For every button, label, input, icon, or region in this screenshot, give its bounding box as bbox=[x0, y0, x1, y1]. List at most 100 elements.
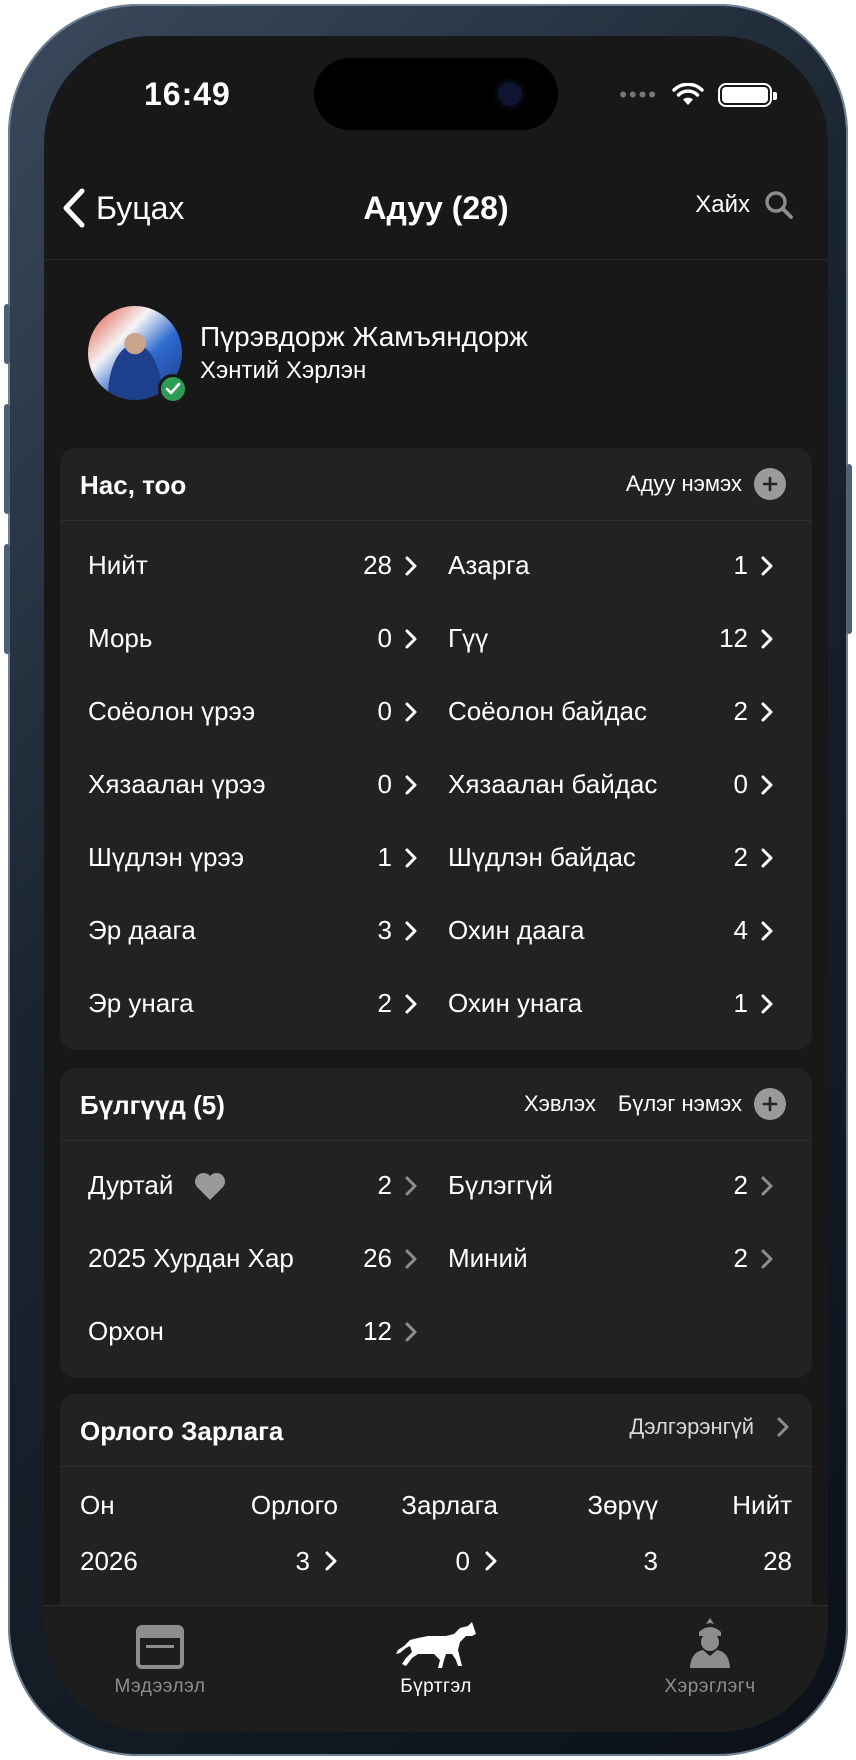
chevron-right-icon bbox=[761, 702, 773, 721]
details-button[interactable]: Дэлгэрэнгүй bbox=[629, 1414, 790, 1440]
print-button[interactable]: Хэвлэх bbox=[524, 1091, 596, 1117]
chevron-right-icon bbox=[761, 629, 773, 648]
add-horse-label: Адуу нэмэх bbox=[625, 471, 742, 496]
chevron-right-icon bbox=[405, 921, 417, 940]
chevron-right-icon bbox=[405, 1322, 417, 1341]
group-row[interactable]: Дуртай 2 bbox=[60, 1149, 428, 1222]
list-item-label: Гүү bbox=[448, 623, 489, 653]
age-count-row[interactable]: Охин даага 4 bbox=[428, 894, 796, 967]
group-row[interactable]: Миний 2 bbox=[428, 1222, 796, 1295]
age-count-row[interactable]: Соёолон байдас 2 bbox=[428, 675, 796, 748]
age-count-row[interactable]: Охин унага 1 bbox=[428, 967, 796, 1040]
phone-volume-down bbox=[4, 544, 10, 654]
list-item-label-wrap: Гүү bbox=[448, 623, 719, 654]
list-item-label: Охин даага bbox=[448, 915, 585, 945]
list-item-label: Шүдлэн байдас bbox=[448, 842, 636, 872]
phone-volume-up bbox=[4, 404, 10, 514]
phone-frame: 16:49 •••• Буцах Адуу (28) Хайх Пүрэвдор… bbox=[4, 4, 852, 1756]
groups-card: Бүлгүүд (5) Хэвлэх Бүлэг нэмэх Дуртай 2 Бү… bbox=[60, 1068, 812, 1378]
list-item-label-wrap: Эр унага bbox=[88, 988, 378, 1019]
card-title: Орлого Зарлага bbox=[80, 1416, 284, 1446]
age-count-row[interactable]: Соёолон үрээ 0 bbox=[60, 675, 428, 748]
chevron-right-icon bbox=[777, 1417, 789, 1437]
age-count-row[interactable]: Эр даага 3 bbox=[60, 894, 428, 967]
group-row[interactable]: 2025 Хурдан Хар 26 bbox=[60, 1222, 428, 1295]
age-count-row[interactable]: Азарга 1 bbox=[428, 529, 796, 602]
user-icon bbox=[690, 1618, 730, 1668]
list-item-count: 26 bbox=[363, 1243, 392, 1273]
main-content[interactable]: Пүрэвдорж Жамъяндорж Хэнтий Хэрлэн Нас, … bbox=[44, 260, 828, 1606]
tab-label: Хэрэглэгч bbox=[664, 1676, 756, 1697]
list-item-label-wrap: Дуртай bbox=[88, 1170, 378, 1201]
list-item-count: 0 bbox=[733, 769, 748, 799]
chevron-right-icon bbox=[405, 556, 417, 575]
list-item-label: Шүдлэн үрээ bbox=[88, 842, 245, 872]
list-item-label: Орхон bbox=[88, 1316, 164, 1346]
profile-header[interactable]: Пүрэвдорж Жамъяндорж Хэнтий Хэрлэн bbox=[88, 306, 528, 404]
list-item-label-wrap: Бүлэггүй bbox=[448, 1170, 734, 1201]
age-count-row[interactable]: Гүү 12 bbox=[428, 602, 796, 675]
chevron-right-icon bbox=[405, 629, 417, 648]
screen: 16:49 •••• Буцах Адуу (28) Хайх Пүрэвдор… bbox=[44, 36, 828, 1732]
column-header: Зарлага bbox=[401, 1489, 498, 1520]
list-item-label: Охин унага bbox=[448, 988, 583, 1018]
card-title: Нас, тоо bbox=[80, 470, 187, 500]
list-item-label: Хязаалан байдас bbox=[448, 769, 658, 799]
list-item-label: 2025 Хурдан Хар bbox=[88, 1243, 294, 1273]
list-item-count: 0 bbox=[377, 769, 392, 799]
dynamic-island bbox=[314, 58, 558, 130]
plus-circle-icon bbox=[754, 468, 786, 500]
add-horse-button[interactable]: Адуу нэмэх bbox=[626, 468, 786, 500]
chevron-right-icon bbox=[405, 848, 417, 867]
groups-grid: Дуртай 2 Бүлэггүй 2 2025 Хурдан Хар 26 Миний 2 О… bbox=[60, 1141, 812, 1378]
chevron-right-icon bbox=[405, 1249, 417, 1268]
expense-link[interactable]: 0 bbox=[456, 1546, 498, 1577]
age-count-row[interactable]: Нийт 28 bbox=[60, 529, 428, 602]
list-item-label-wrap: Эр даага bbox=[88, 915, 378, 946]
list-item-count: 1 bbox=[733, 550, 748, 580]
phone-power-button bbox=[846, 464, 852, 634]
camera-icon bbox=[498, 82, 522, 106]
chevron-right-icon bbox=[761, 1176, 773, 1195]
group-row[interactable]: Орхон 12 bbox=[60, 1295, 428, 1368]
add-group-button[interactable]: Бүлэг нэмэх bbox=[618, 1088, 786, 1120]
add-group-label: Бүлэг нэмэх bbox=[617, 1091, 742, 1116]
tab-user[interactable]: Хэрэглэгч bbox=[610, 1618, 810, 1698]
group-row[interactable]: Бүлэггүй 2 bbox=[428, 1149, 796, 1222]
age-count-row[interactable]: Эр унага 2 bbox=[60, 967, 428, 1040]
list-item-count: 2 bbox=[377, 1170, 392, 1200]
list-item-label: Дуртай bbox=[88, 1170, 174, 1200]
search-button[interactable]: Хайх bbox=[695, 190, 794, 220]
age-count-row[interactable]: Шүдлэн үрээ 1 bbox=[60, 821, 428, 894]
list-item-count: 1 bbox=[733, 988, 748, 1018]
card-title: Бүлгүүд (5) bbox=[80, 1090, 225, 1120]
tab-registry[interactable]: Бүртгэл bbox=[336, 1618, 536, 1698]
list-item-count: 2 bbox=[733, 1170, 748, 1200]
card-header: Бүлгүүд (5) Хэвлэх Бүлэг нэмэх bbox=[60, 1068, 812, 1141]
chevron-right-icon bbox=[761, 1249, 773, 1268]
age-count-row[interactable]: Морь 0 bbox=[60, 602, 428, 675]
column-header: Он bbox=[80, 1489, 115, 1520]
list-item-count: 0 bbox=[377, 696, 392, 726]
tab-info[interactable]: Мэдээлэл bbox=[60, 1618, 260, 1698]
back-button[interactable]: Буцах bbox=[62, 188, 184, 228]
chevron-right-icon bbox=[405, 1176, 417, 1195]
list-item-label-wrap: Охин даага bbox=[448, 915, 734, 946]
age-count-row[interactable]: Хязаалан байдас 0 bbox=[428, 748, 796, 821]
status-indicators: •••• bbox=[619, 82, 777, 108]
wifi-icon bbox=[672, 83, 704, 105]
profile-name: Пүрэвдорж Жамъяндорж bbox=[200, 321, 528, 352]
chevron-left-icon bbox=[63, 188, 85, 228]
list-item-label: Азарга bbox=[448, 550, 530, 580]
phone-side-button bbox=[4, 304, 10, 364]
age-count-row[interactable]: Шүдлэн байдас 2 bbox=[428, 821, 796, 894]
income-link[interactable]: 3 bbox=[296, 1546, 338, 1577]
list-item-count: 2 bbox=[733, 696, 748, 726]
list-item-label: Бүлэггүй bbox=[448, 1170, 553, 1200]
age-count-row[interactable]: Хязаалан үрээ 0 bbox=[60, 748, 428, 821]
diff-value: 3 bbox=[643, 1545, 658, 1576]
list-item-label-wrap: Нийт bbox=[88, 550, 363, 581]
table-row: 2026 3 0 3 28 bbox=[80, 1533, 792, 1589]
list-item-label: Эр даага bbox=[88, 915, 196, 945]
tab-label: Бүртгэл bbox=[400, 1676, 472, 1697]
